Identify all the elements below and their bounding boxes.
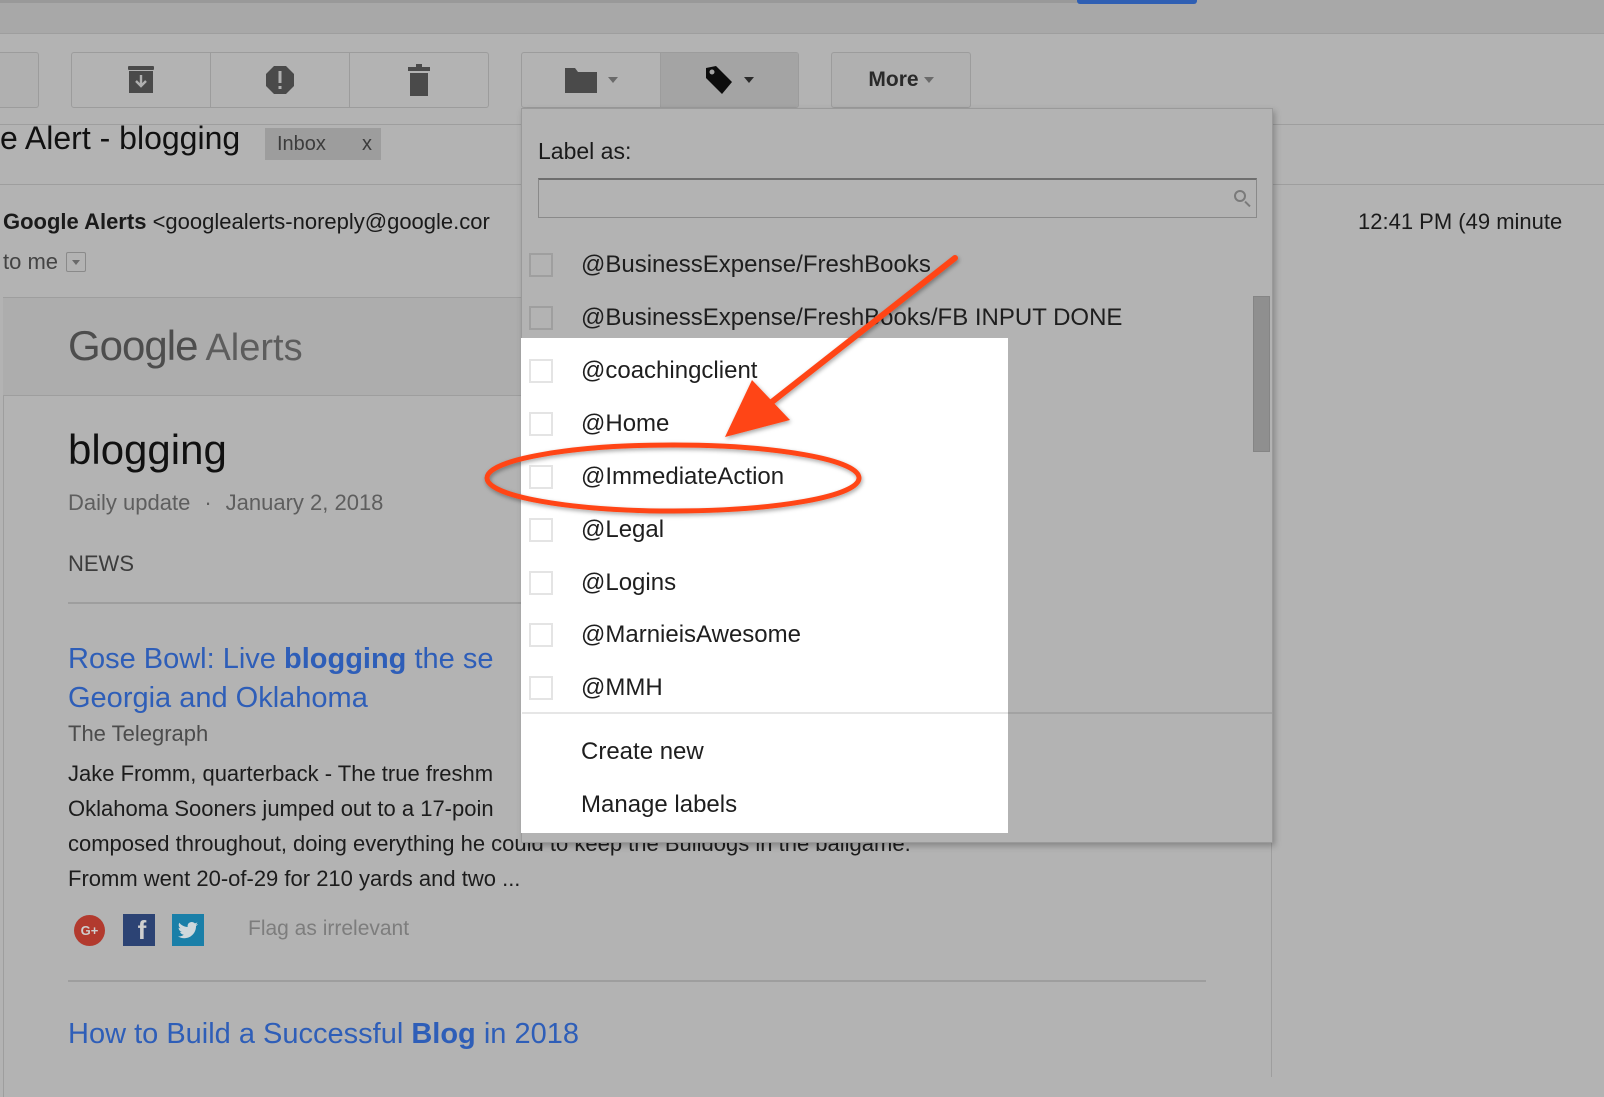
top-bar — [0, 0, 1604, 34]
inbox-chip-label: Inbox — [277, 132, 326, 155]
article-link[interactable]: Rose Bowl: Live blogging the se Georgia … — [68, 640, 493, 718]
label-checkbox[interactable] — [529, 305, 553, 330]
sender-name: Google Alerts — [3, 209, 147, 234]
label-menu-heading: Label as: — [538, 138, 632, 164]
label-name: @ImmediateAction — [581, 462, 785, 490]
label-option[interactable]: @MMH — [529, 661, 1229, 714]
article-source: The Telegraph — [68, 721, 209, 746]
article-link[interactable]: How to Build a Successful Blog in 2018 — [68, 1018, 579, 1051]
label-list-scrollbar[interactable] — [1253, 296, 1270, 452]
action-button-group — [71, 52, 489, 108]
recipient-label: to me — [3, 249, 59, 274]
snippet-line: Fromm went 20-of-29 for 210 yards and tw… — [68, 866, 521, 891]
article-title-part: the se — [406, 643, 494, 675]
logo-alerts: Alerts — [205, 327, 303, 369]
manage-labels-button[interactable]: Manage labels — [581, 791, 737, 819]
article-title-part: Georgia and Oklahoma — [68, 682, 368, 714]
more-button[interactable]: More — [831, 52, 971, 108]
alert-date: January 2, 2018 — [225, 490, 384, 515]
search-icon — [1234, 190, 1246, 202]
labels-button[interactable] — [660, 53, 798, 107]
label-option[interactable]: @BusinessExpense/FreshBooks — [529, 238, 1229, 291]
label-option[interactable]: @MarnieisAwesome — [529, 608, 1229, 661]
report-spam-button[interactable] — [211, 53, 350, 107]
label-checkbox[interactable] — [529, 411, 553, 436]
label-checkbox[interactable] — [529, 464, 553, 489]
label-option[interactable]: @Legal — [529, 503, 1229, 556]
alert-meta: Daily update · January 2, 2018 — [68, 490, 383, 516]
label-option[interactable]: @coachingclient — [529, 344, 1229, 397]
report-spam-icon — [266, 66, 294, 94]
folder-icon — [564, 68, 597, 93]
facebook-icon[interactable]: f — [123, 914, 155, 946]
label-tag-icon — [706, 66, 733, 94]
label-option[interactable]: @BusinessExpense/FreshBooks/FB INPUT DON… — [529, 291, 1229, 344]
organize-button-group — [521, 52, 799, 108]
move-to-button[interactable] — [522, 53, 661, 107]
top-divider — [0, 0, 1080, 3]
article-title-keyword: blogging — [284, 643, 407, 675]
twitter-bird-glyph — [178, 921, 198, 938]
label-name: @Home — [581, 409, 670, 437]
menu-divider — [522, 712, 1008, 714]
article-title-part: How to Build a Successful — [68, 1018, 412, 1050]
remove-label-icon[interactable]: x — [362, 133, 372, 156]
label-name: @MMH — [581, 673, 663, 701]
meta-separator: · — [204, 490, 212, 515]
google-alerts-logo: Google Alerts — [68, 322, 303, 370]
archive-button[interactable] — [72, 53, 211, 107]
label-name: @Logins — [581, 568, 677, 596]
label-option[interactable]: @Logins — [529, 556, 1229, 609]
flag-irrelevant-link[interactable]: Flag as irrelevant — [248, 917, 409, 941]
chevron-down-icon — [607, 77, 618, 83]
label-search-input[interactable] — [538, 178, 1257, 218]
label-checkbox[interactable] — [529, 570, 553, 595]
alert-query-title: blogging — [68, 426, 227, 473]
more-label: More — [868, 68, 919, 91]
label-option-immediate-action[interactable]: @ImmediateAction — [529, 450, 1229, 503]
chevron-down-icon — [923, 77, 934, 83]
delete-button[interactable] — [350, 53, 488, 107]
label-checkbox[interactable] — [529, 252, 553, 277]
label-checkbox[interactable] — [529, 622, 553, 647]
label-name: @coachingclient — [581, 356, 758, 384]
label-name: @BusinessExpense/FreshBooks — [581, 250, 931, 278]
email-subject: e Alert - blogging — [0, 120, 241, 156]
logo-google: Google — [68, 322, 198, 369]
create-new-label-button[interactable]: Create new — [581, 738, 704, 766]
trash-icon — [408, 64, 430, 96]
label-name: @BusinessExpense/FreshBooks/FB INPUT DON… — [581, 303, 1123, 331]
label-checkbox[interactable] — [529, 358, 553, 383]
article-divider — [68, 980, 1206, 982]
article-title-keyword: Blog — [411, 1018, 476, 1050]
label-option[interactable]: @Home — [529, 397, 1229, 450]
select-button[interactable] — [0, 52, 39, 108]
menu-divider — [1008, 712, 1272, 714]
google-plus-icon[interactable]: G+ — [74, 915, 105, 946]
show-details-button[interactable] — [66, 252, 87, 272]
active-tab-indicator — [1077, 0, 1197, 4]
section-heading: NEWS — [68, 551, 134, 576]
sender: Google Alerts <googlealerts-noreply@goog… — [3, 209, 490, 235]
article-title-part: Rose Bowl: Live — [68, 643, 284, 675]
twitter-icon[interactable] — [172, 914, 204, 946]
sender-email: <googlealerts-noreply@google.cor — [152, 209, 490, 234]
label-name: @MarnieisAwesome — [581, 620, 801, 648]
chevron-down-icon — [744, 77, 755, 83]
email-timestamp: 12:41 PM (49 minute — [1358, 209, 1563, 234]
alert-frequency: Daily update — [68, 490, 191, 515]
article-title-part: in 2018 — [475, 1018, 579, 1050]
label-checkbox[interactable] — [529, 675, 553, 700]
chevron-down-icon — [72, 259, 81, 265]
inbox-label-chip[interactable]: Inbox x — [265, 128, 381, 160]
archive-icon — [128, 66, 154, 93]
recipient-line: to me — [3, 249, 87, 275]
label-checkbox[interactable] — [529, 517, 553, 542]
label-name: @Legal — [581, 515, 665, 543]
